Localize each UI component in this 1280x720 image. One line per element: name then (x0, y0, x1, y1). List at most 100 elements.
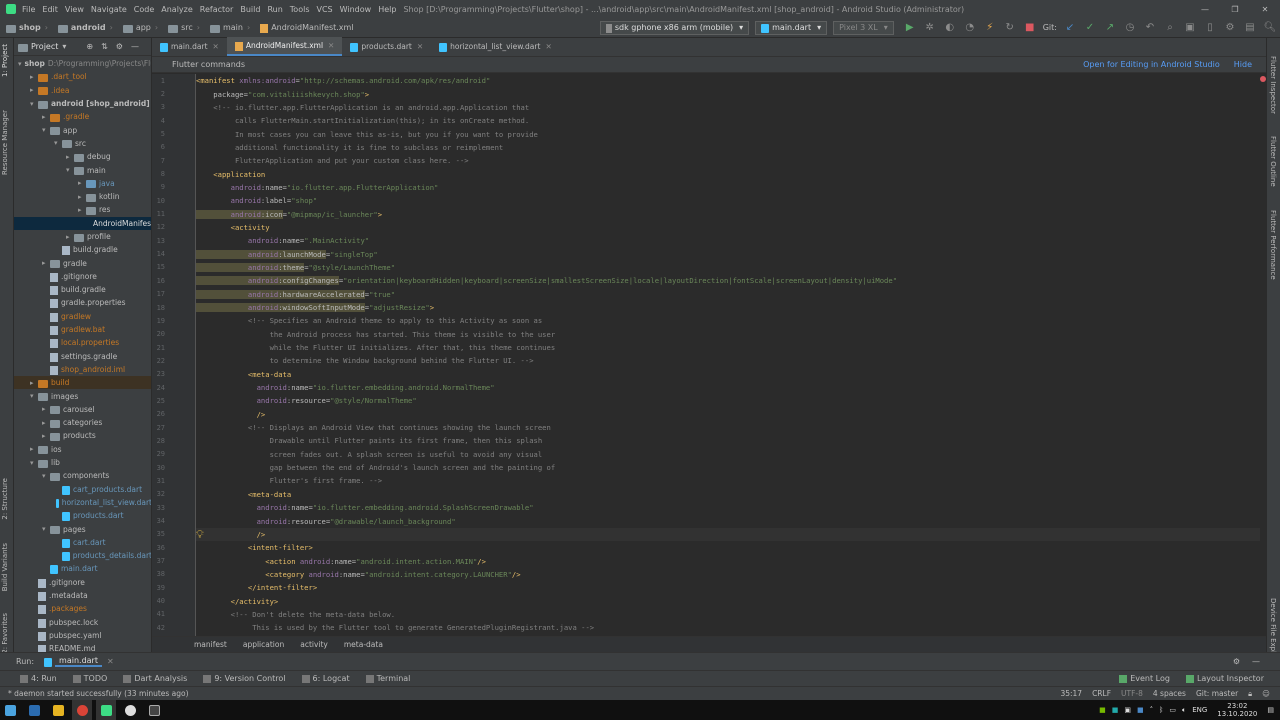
tray-app-icon[interactable]: ■ (1112, 706, 1119, 714)
inspector-icon[interactable]: ☺ (1262, 689, 1270, 699)
hot-reload-icon[interactable]: ⚡ (983, 21, 997, 35)
xml-breadcrumb-item[interactable]: application (243, 640, 284, 649)
menu-item-file[interactable]: File (22, 5, 35, 14)
expand-arrow-icon[interactable]: ▾ (30, 459, 38, 467)
tray-app-icon[interactable]: ■ (1137, 706, 1144, 714)
editor-tab[interactable]: horizontal_list_view.dart ✕ (431, 37, 560, 56)
notifications-icon[interactable]: ▤ (1267, 706, 1274, 714)
tree-item[interactable]: build.gradle (14, 243, 151, 256)
tree-item[interactable]: ▸ carousel (14, 403, 151, 416)
expand-arrow-icon[interactable]: ▸ (42, 405, 50, 413)
run-config-tab[interactable]: main.dart (55, 656, 102, 667)
tree-item[interactable]: shop_android.iml (14, 363, 151, 376)
menu-item-analyze[interactable]: Analyze (161, 5, 193, 14)
menu-item-help[interactable]: Help (378, 5, 396, 14)
flutter-inspector-tab[interactable]: Flutter Inspector (1269, 56, 1277, 114)
close-icon[interactable]: ✕ (417, 42, 423, 51)
tool-window-button[interactable]: Event Log (1119, 674, 1170, 683)
tree-item[interactable]: ▾ lib (14, 456, 151, 469)
flutter-outline-tab[interactable]: Flutter Outline (1269, 136, 1277, 187)
tool-window-button[interactable]: Terminal (365, 674, 410, 683)
hide-panel-icon[interactable]: — (131, 42, 139, 51)
tool-window-button[interactable]: Dart Analysis (123, 674, 187, 683)
menu-item-build[interactable]: Build (240, 5, 260, 14)
coverage-icon[interactable]: ◐ (943, 21, 957, 35)
search-everywhere-icon[interactable]: 🔍︎ (1263, 21, 1277, 35)
tree-item[interactable]: ▾ src (14, 137, 151, 150)
tree-item[interactable]: ▸ debug (14, 150, 151, 163)
tree-item[interactable]: .packages (14, 602, 151, 615)
expand-arrow-icon[interactable]: ▸ (42, 259, 50, 267)
breadcrumb-item[interactable]: android (57, 23, 106, 33)
expand-arrow-icon[interactable]: ▸ (66, 233, 74, 241)
tree-item[interactable]: ▸ build (14, 376, 151, 390)
expand-arrow-icon[interactable]: ▾ (42, 126, 50, 134)
tree-item[interactable]: ▾ images (14, 389, 151, 402)
tree-item[interactable]: ▸ .dart_tool (14, 70, 151, 83)
rollback-icon[interactable]: ↶ (1143, 21, 1157, 35)
tree-item[interactable]: gradlew (14, 310, 151, 323)
editor-tab[interactable]: main.dart ✕ (152, 37, 227, 56)
tree-item[interactable]: ▾ components (14, 469, 151, 482)
tree-item[interactable]: ▾ app (14, 123, 151, 136)
run-icon[interactable]: ▶ (903, 21, 917, 35)
tree-item[interactable]: local.properties (14, 336, 151, 349)
breadcrumb-item[interactable]: app (122, 23, 151, 33)
tree-item[interactable]: pubspec.yaml (14, 629, 151, 642)
build-variants-tab[interactable]: Build Variants (1, 543, 9, 591)
desktop-icon[interactable] (24, 700, 44, 720)
tool-window-button[interactable]: 6: Logcat (301, 674, 350, 683)
resource-manager-tab[interactable]: Resource Manager (1, 110, 9, 175)
tree-item[interactable]: ▾shopD:\Programming\Projects\Flutter (14, 57, 151, 70)
menu-item-window[interactable]: Window (340, 5, 372, 14)
menu-item-code[interactable]: Code (134, 5, 154, 14)
search-icon[interactable]: ⌕ (1163, 21, 1177, 35)
maximize-icon[interactable]: ❐ (1220, 5, 1250, 14)
breadcrumb-item[interactable]: src (168, 23, 193, 33)
network-icon[interactable]: ▭ (1169, 706, 1176, 714)
expand-arrow-icon[interactable]: ▾ (30, 100, 38, 108)
tree-item[interactable]: cart_products.dart (14, 483, 151, 496)
breadcrumb-item[interactable]: main (209, 23, 243, 33)
tool-window-button[interactable]: Layout Inspector (1185, 674, 1264, 683)
settings-icon[interactable]: ⚙ (1223, 21, 1237, 35)
hot-restart-icon[interactable]: ↻ (1003, 21, 1017, 35)
avd-selector[interactable]: Pixel 3 XL ▾ (833, 20, 894, 35)
tree-item[interactable]: horizontal_list_view.dart (14, 496, 151, 509)
tree-item[interactable]: .gitignore (14, 576, 151, 589)
close-icon[interactable]: ✕ (328, 41, 334, 50)
tree-item[interactable]: ▾ android [shop_android] (14, 97, 151, 110)
tool-window-button[interactable]: TODO (72, 674, 107, 683)
expand-arrow-icon[interactable]: ▸ (30, 73, 38, 81)
editor-tab[interactable]: AndroidManifest.xml ✕ (226, 37, 343, 56)
breadcrumb-item[interactable]: shop (6, 23, 41, 33)
device-selector[interactable]: sdk gphone x86 arm (mobile) ▾ (599, 20, 750, 35)
expand-arrow-icon[interactable]: ▾ (30, 392, 38, 400)
menu-item-tools[interactable]: Tools (290, 5, 310, 14)
hide-notice-link[interactable]: Hide (1234, 60, 1252, 69)
tree-item[interactable]: AndroidManifest.xml (14, 216, 151, 230)
lightbulb-icon[interactable]: 💡︎ (196, 528, 204, 542)
tray-app-icon[interactable]: ▣ (1124, 706, 1131, 714)
expand-arrow-icon[interactable]: ▸ (42, 419, 50, 427)
history-icon[interactable]: ◷ (1123, 21, 1137, 35)
expand-arrow-icon[interactable]: ▸ (30, 86, 38, 94)
tree-item[interactable]: ▸ java (14, 177, 151, 190)
expand-arrow-icon[interactable]: ▾ (54, 139, 62, 147)
expand-arrow-icon[interactable]: ▾ (18, 60, 22, 68)
structure-tab[interactable]: 2: Structure (1, 478, 9, 520)
xml-breadcrumb-item[interactable]: meta-data (344, 640, 383, 649)
indent-setting[interactable]: 4 spaces (1153, 689, 1186, 699)
locate-icon[interactable]: ⊕ (86, 42, 93, 51)
obs-icon[interactable] (120, 700, 140, 720)
profile-icon[interactable]: ◔ (963, 21, 977, 35)
menu-item-refactor[interactable]: Refactor (200, 5, 234, 14)
tree-item[interactable]: pubspec.lock (14, 615, 151, 628)
open-in-android-studio-link[interactable]: Open for Editing in Android Studio (1083, 60, 1220, 69)
tree-item[interactable]: settings.gradle (14, 350, 151, 363)
tree-item[interactable]: products.dart (14, 509, 151, 522)
volume-icon[interactable]: 🔈︎ (1182, 706, 1186, 715)
expand-arrow-icon[interactable]: ▸ (42, 113, 50, 121)
settings-icon[interactable]: ⚙ (1233, 657, 1240, 666)
file-explorer-icon[interactable] (48, 700, 68, 720)
